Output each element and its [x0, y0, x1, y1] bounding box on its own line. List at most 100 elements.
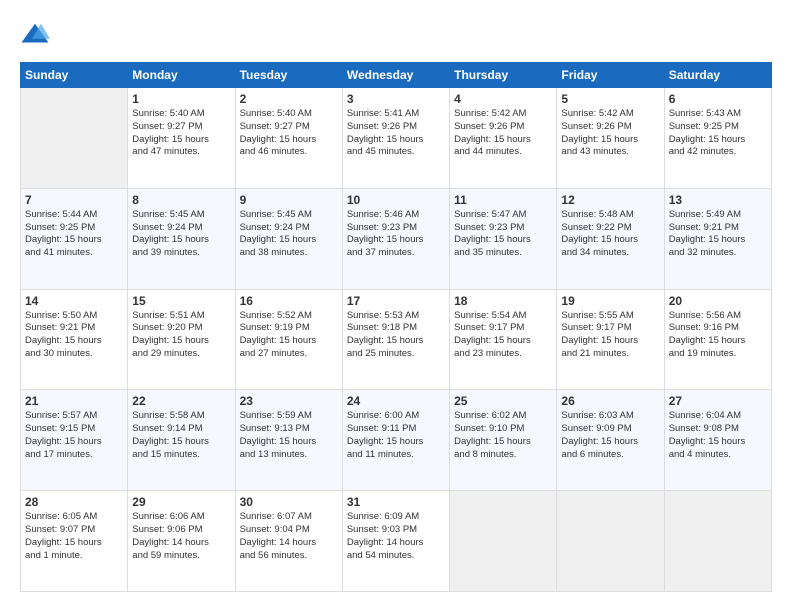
calendar-cell: 22 Sunrise: 5:58 AM Sunset: 9:14 PM Dayli…	[128, 390, 235, 491]
calendar-cell: 21Sunrise: 5:57 AM Sunset: 9:15 PM Dayli…	[21, 390, 128, 491]
day-info: Sunrise: 5:48 AM Sunset: 9:22 PM Dayligh…	[561, 209, 659, 260]
day-number: 6	[669, 92, 767, 106]
day-number: 22	[132, 394, 230, 408]
day-info: Sunrise: 5:41 AM Sunset: 9:26 PM Dayligh…	[347, 108, 445, 159]
day-info: Sunrise: 6:05 AM Sunset: 9:07 PM Dayligh…	[25, 511, 123, 562]
day-info: Sunrise: 6:06 AM Sunset: 9:06 PM Dayligh…	[132, 511, 230, 562]
calendar-cell: 25 Sunrise: 6:02 AM Sunset: 9:10 PM Dayli…	[450, 390, 557, 491]
day-number: 2	[240, 92, 338, 106]
calendar-cell: 28 Sunrise: 6:05 AM Sunset: 9:07 PM Dayli…	[21, 491, 128, 592]
calendar-cell: 27 Sunrise: 6:04 AM Sunset: 9:08 PM Dayli…	[664, 390, 771, 491]
calendar-cell: 4 Sunrise: 5:42 AM Sunset: 9:26 PM Daylig…	[450, 88, 557, 189]
calendar-week-5: 28 Sunrise: 6:05 AM Sunset: 9:07 PM Dayli…	[21, 491, 772, 592]
calendar-table: SundayMondayTuesdayWednesdayThursdayFrid…	[20, 62, 772, 592]
weekday-header-monday: Monday	[128, 63, 235, 88]
calendar-cell: 23 Sunrise: 5:59 AM Sunset: 9:13 PM Dayli…	[235, 390, 342, 491]
calendar-cell: 12 Sunrise: 5:48 AM Sunset: 9:22 PM Dayli…	[557, 188, 664, 289]
day-info: Sunrise: 5:47 AM Sunset: 9:23 PM Dayligh…	[454, 209, 552, 260]
day-info: Sunrise: 5:55 AM Sunset: 9:17 PM Dayligh…	[561, 310, 659, 361]
calendar-week-3: 14 Sunrise: 5:50 AM Sunset: 9:21 PM Dayli…	[21, 289, 772, 390]
calendar-cell: 29 Sunrise: 6:06 AM Sunset: 9:06 PM Dayli…	[128, 491, 235, 592]
day-number: 8	[132, 193, 230, 207]
day-number: 17	[347, 294, 445, 308]
day-number: 18	[454, 294, 552, 308]
calendar-cell: 9 Sunrise: 5:45 AM Sunset: 9:24 PM Daylig…	[235, 188, 342, 289]
day-number: 7	[25, 193, 123, 207]
day-number: 29	[132, 495, 230, 509]
calendar-week-4: 21Sunrise: 5:57 AM Sunset: 9:15 PM Dayli…	[21, 390, 772, 491]
day-number: 14	[25, 294, 123, 308]
weekday-header-tuesday: Tuesday	[235, 63, 342, 88]
day-info: Sunrise: 5:44 AM Sunset: 9:25 PM Dayligh…	[25, 209, 123, 260]
calendar-cell	[450, 491, 557, 592]
weekday-header-thursday: Thursday	[450, 63, 557, 88]
day-number: 5	[561, 92, 659, 106]
day-info: Sunrise: 5:40 AM Sunset: 9:27 PM Dayligh…	[132, 108, 230, 159]
day-number: 20	[669, 294, 767, 308]
calendar-cell: 17 Sunrise: 5:53 AM Sunset: 9:18 PM Dayli…	[342, 289, 449, 390]
calendar-cell: 8 Sunrise: 5:45 AM Sunset: 9:24 PM Daylig…	[128, 188, 235, 289]
day-number: 1	[132, 92, 230, 106]
day-info: Sunrise: 5:46 AM Sunset: 9:23 PM Dayligh…	[347, 209, 445, 260]
calendar-cell: 14 Sunrise: 5:50 AM Sunset: 9:21 PM Dayli…	[21, 289, 128, 390]
day-number: 31	[347, 495, 445, 509]
calendar-cell: 16Sunrise: 5:52 AM Sunset: 9:19 PM Dayli…	[235, 289, 342, 390]
header	[20, 20, 772, 50]
day-info: Sunrise: 5:58 AM Sunset: 9:14 PM Dayligh…	[132, 410, 230, 461]
day-info: Sunrise: 5:54 AM Sunset: 9:17 PM Dayligh…	[454, 310, 552, 361]
logo-icon	[20, 20, 50, 50]
weekday-header-saturday: Saturday	[664, 63, 771, 88]
day-info: Sunrise: 5:59 AM Sunset: 9:13 PM Dayligh…	[240, 410, 338, 461]
day-number: 25	[454, 394, 552, 408]
day-info: Sunrise: 5:52 AM Sunset: 9:19 PM Dayligh…	[240, 310, 338, 361]
calendar-week-2: 7 Sunrise: 5:44 AM Sunset: 9:25 PM Daylig…	[21, 188, 772, 289]
day-info: Sunrise: 5:56 AM Sunset: 9:16 PM Dayligh…	[669, 310, 767, 361]
calendar-cell: 11Sunrise: 5:47 AM Sunset: 9:23 PM Dayli…	[450, 188, 557, 289]
day-number: 10	[347, 193, 445, 207]
day-info: Sunrise: 5:45 AM Sunset: 9:24 PM Dayligh…	[240, 209, 338, 260]
day-number: 19	[561, 294, 659, 308]
day-info: Sunrise: 6:02 AM Sunset: 9:10 PM Dayligh…	[454, 410, 552, 461]
day-info: Sunrise: 5:42 AM Sunset: 9:26 PM Dayligh…	[454, 108, 552, 159]
calendar-cell: 24 Sunrise: 6:00 AM Sunset: 9:11 PM Dayli…	[342, 390, 449, 491]
day-info: Sunrise: 5:42 AM Sunset: 9:26 PM Dayligh…	[561, 108, 659, 159]
day-number: 23	[240, 394, 338, 408]
calendar-cell: 18 Sunrise: 5:54 AM Sunset: 9:17 PM Dayli…	[450, 289, 557, 390]
day-info: Sunrise: 5:53 AM Sunset: 9:18 PM Dayligh…	[347, 310, 445, 361]
calendar-cell: 15 Sunrise: 5:51 AM Sunset: 9:20 PM Dayli…	[128, 289, 235, 390]
weekday-header-sunday: Sunday	[21, 63, 128, 88]
day-number: 28	[25, 495, 123, 509]
day-number: 13	[669, 193, 767, 207]
day-number: 12	[561, 193, 659, 207]
day-info: Sunrise: 6:00 AM Sunset: 9:11 PM Dayligh…	[347, 410, 445, 461]
day-info: Sunrise: 6:09 AM Sunset: 9:03 PM Dayligh…	[347, 511, 445, 562]
logo	[20, 20, 54, 50]
day-info: Sunrise: 5:45 AM Sunset: 9:24 PM Dayligh…	[132, 209, 230, 260]
day-info: Sunrise: 5:50 AM Sunset: 9:21 PM Dayligh…	[25, 310, 123, 361]
calendar-cell: 2Sunrise: 5:40 AM Sunset: 9:27 PM Daylig…	[235, 88, 342, 189]
calendar-cell: 10 Sunrise: 5:46 AM Sunset: 9:23 PM Dayli…	[342, 188, 449, 289]
day-number: 30	[240, 495, 338, 509]
day-info: Sunrise: 6:04 AM Sunset: 9:08 PM Dayligh…	[669, 410, 767, 461]
calendar-cell	[664, 491, 771, 592]
calendar-cell: 31 Sunrise: 6:09 AM Sunset: 9:03 PM Dayli…	[342, 491, 449, 592]
calendar-cell: 5 Sunrise: 5:42 AM Sunset: 9:26 PM Daylig…	[557, 88, 664, 189]
day-number: 4	[454, 92, 552, 106]
calendar-cell: 6 Sunrise: 5:43 AM Sunset: 9:25 PM Daylig…	[664, 88, 771, 189]
day-number: 9	[240, 193, 338, 207]
calendar-cell: 1 Sunrise: 5:40 AM Sunset: 9:27 PM Daylig…	[128, 88, 235, 189]
day-info: Sunrise: 6:03 AM Sunset: 9:09 PM Dayligh…	[561, 410, 659, 461]
day-info: Sunrise: 5:51 AM Sunset: 9:20 PM Dayligh…	[132, 310, 230, 361]
day-number: 27	[669, 394, 767, 408]
calendar-cell	[557, 491, 664, 592]
page: SundayMondayTuesdayWednesdayThursdayFrid…	[0, 0, 792, 612]
day-info: Sunrise: 5:43 AM Sunset: 9:25 PM Dayligh…	[669, 108, 767, 159]
day-info: Sunrise: 5:57 AM Sunset: 9:15 PM Dayligh…	[25, 410, 123, 461]
day-number: 24	[347, 394, 445, 408]
weekday-header-friday: Friday	[557, 63, 664, 88]
weekday-header-wednesday: Wednesday	[342, 63, 449, 88]
day-number: 15	[132, 294, 230, 308]
calendar-cell: 30Sunrise: 6:07 AM Sunset: 9:04 PM Dayli…	[235, 491, 342, 592]
calendar-week-1: 1 Sunrise: 5:40 AM Sunset: 9:27 PM Daylig…	[21, 88, 772, 189]
day-number: 26	[561, 394, 659, 408]
